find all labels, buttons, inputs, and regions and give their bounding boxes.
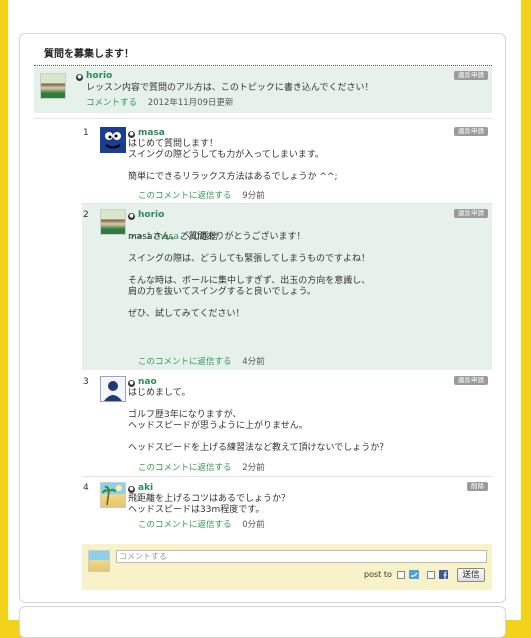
comment-number: 1: [83, 128, 89, 138]
comment-meta: このコメントに返信する 0分前: [138, 518, 265, 530]
comment-username[interactable]: ● horio: [128, 210, 164, 220]
topic-meta: コメントする 2012年11月09日更新: [86, 96, 233, 108]
divider: [34, 65, 492, 66]
report-button[interactable]: 違反申請: [454, 127, 488, 136]
user-silhouette-icon: [104, 381, 122, 401]
topic-text: レッスン内容で質問のアル方は、このトピックに書き込んでください！: [86, 83, 374, 93]
post-to-label: post to: [364, 570, 392, 579]
facebook-icon: [439, 570, 448, 579]
compose-box: コメントする post to 送信: [82, 544, 492, 590]
comment-text: はじめまして。 ゴルフ歴3年になりますが、 ヘッドスピードが思うように上がりませ…: [128, 388, 389, 453]
avatar[interactable]: [100, 482, 126, 508]
twitter-icon: [409, 570, 419, 579]
comment-time: 4分前: [242, 357, 265, 367]
comment-time: 9分前: [242, 191, 265, 201]
comment-text: masaさん。ご質問ありがとうございます！ スイングの際は、どうしても緊張してし…: [128, 232, 371, 319]
avatar[interactable]: [100, 127, 126, 153]
card-title: 質問を募集します！: [44, 49, 134, 60]
comment-text: はじめて質問します！ スイングの際どうしても力が入ってしまいます。 簡単にできる…: [128, 139, 338, 182]
topic-card: 質問を募集します！ ● horio 違反申請 レッスン内容で質問のアル方は、このト…: [19, 33, 506, 603]
monster-icon: [105, 132, 121, 149]
comment-number: 4: [83, 483, 89, 493]
comment-meta: このコメントに返信する 2分前: [138, 461, 265, 473]
topic-username[interactable]: ● horio: [76, 71, 112, 81]
report-button[interactable]: 違反申請: [454, 71, 488, 80]
reply-link[interactable]: このコメントに返信する: [138, 191, 232, 201]
comment-username[interactable]: ● masa: [128, 128, 165, 138]
divider: [82, 476, 492, 477]
avatar: [88, 550, 110, 572]
comment-number: 2: [83, 210, 89, 220]
comment-text: 飛距離を上げるコツはあるでしょうか？ ヘッドスピードは33m程度です。: [128, 494, 291, 515]
comment-time: 0分前: [242, 520, 265, 530]
comment-meta: このコメントに返信する 9分前: [138, 189, 265, 201]
divider: [34, 118, 492, 119]
topic-post: ● horio 違反申請 レッスン内容で質問のアル方は、このトピックに書き込んでく…: [34, 67, 492, 113]
comment-time: 2分前: [242, 463, 265, 473]
comment-number: 3: [83, 377, 89, 387]
report-button[interactable]: 違反申請: [454, 209, 488, 218]
comment-username[interactable]: ● nao: [128, 377, 157, 387]
comment-input[interactable]: コメントする: [116, 550, 487, 563]
next-card: [19, 606, 506, 638]
delete-button[interactable]: 削除: [467, 482, 488, 491]
reply-link[interactable]: このコメントに返信する: [138, 520, 232, 530]
reply-link[interactable]: このコメントに返信する: [138, 463, 232, 473]
facebook-checkbox[interactable]: [427, 571, 435, 579]
avatar[interactable]: [100, 209, 126, 235]
report-button[interactable]: 違反申請: [454, 376, 488, 385]
twitter-checkbox[interactable]: [397, 571, 405, 579]
comment-username[interactable]: ● aki: [128, 483, 153, 493]
avatar[interactable]: [100, 376, 126, 402]
send-button[interactable]: 送信: [457, 568, 485, 582]
updated-date: 2012年11月09日更新: [147, 98, 234, 108]
comment-meta: このコメントに返信する 4分前: [138, 355, 265, 367]
comment-link[interactable]: コメントする: [86, 98, 137, 108]
beach-icon: [102, 485, 122, 506]
avatar[interactable]: [40, 73, 66, 99]
reply-link[interactable]: このコメントに返信する: [138, 357, 232, 367]
